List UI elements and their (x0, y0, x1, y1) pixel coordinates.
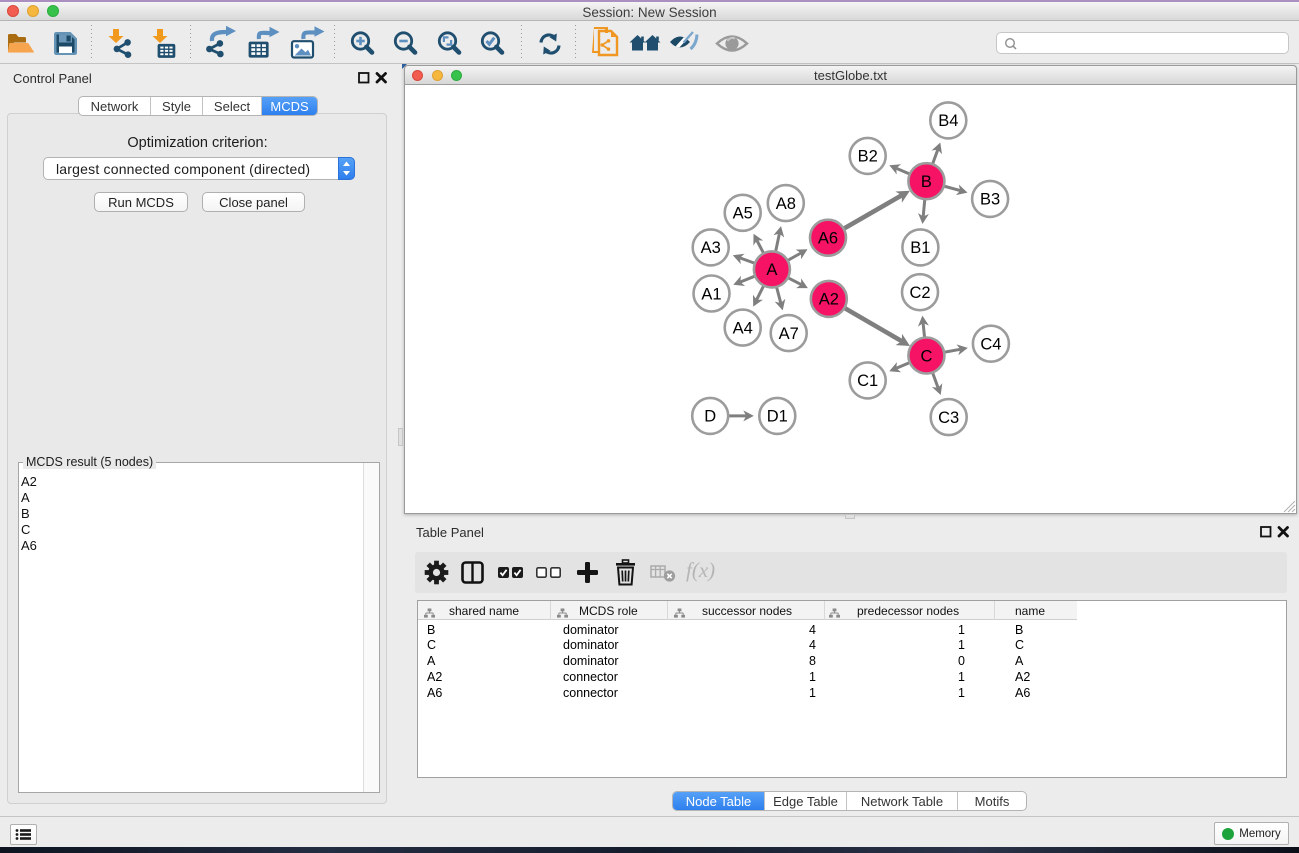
svg-text:C3: C3 (938, 409, 959, 427)
svg-text:A2: A2 (819, 291, 839, 309)
svg-text:A1: A1 (701, 285, 721, 303)
svg-text:A3: A3 (701, 239, 721, 257)
svg-text:C2: C2 (909, 284, 930, 302)
svg-text:D1: D1 (767, 408, 788, 426)
svg-text:B2: B2 (858, 148, 878, 166)
svg-text:B1: B1 (910, 239, 930, 257)
svg-text:B4: B4 (938, 112, 958, 130)
svg-text:A7: A7 (779, 325, 799, 343)
svg-text:B3: B3 (980, 191, 1000, 209)
svg-text:A4: A4 (733, 319, 753, 337)
svg-text:D: D (704, 408, 716, 426)
svg-text:C1: C1 (857, 372, 878, 390)
svg-text:A: A (766, 261, 777, 279)
svg-text:A5: A5 (733, 205, 753, 223)
svg-text:B: B (921, 173, 932, 191)
svg-text:C4: C4 (980, 336, 1001, 354)
svg-text:A8: A8 (776, 195, 796, 213)
svg-text:C: C (920, 347, 932, 365)
svg-text:A6: A6 (818, 230, 838, 248)
